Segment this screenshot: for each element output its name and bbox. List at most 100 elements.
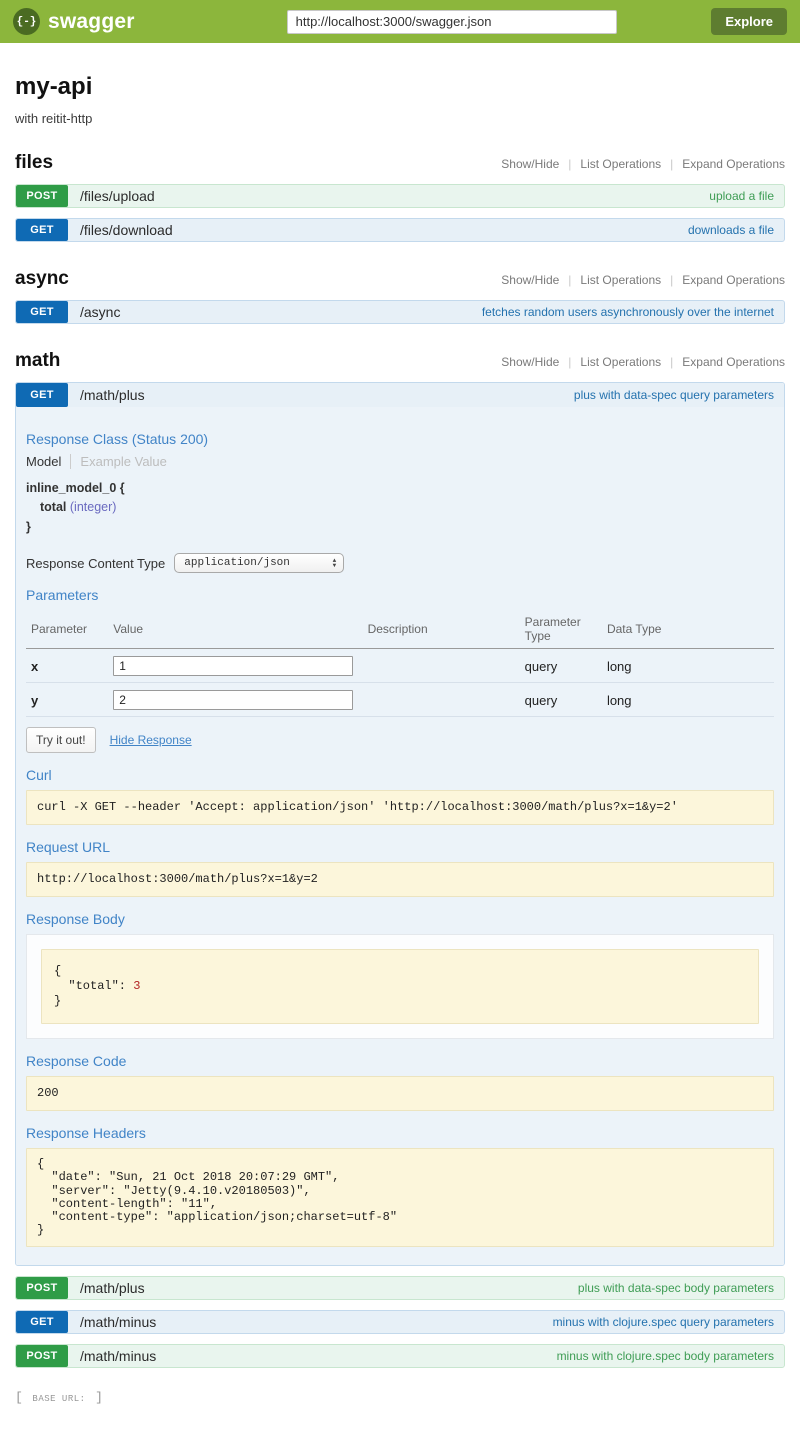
select-arrows-icon: ▲ ▼ xyxy=(333,558,337,568)
swagger-logo[interactable]: {-} swagger xyxy=(13,8,135,35)
hide-response-link[interactable]: Hide Response xyxy=(110,733,192,747)
parameters-table: Parameter Value Description Parameter Ty… xyxy=(26,610,774,717)
endpoint-summary[interactable]: downloads a file xyxy=(688,223,774,237)
options-separator: | xyxy=(568,157,571,171)
parameter-type: query xyxy=(520,649,602,683)
show-hide-link[interactable]: Show/Hide xyxy=(501,157,559,171)
endpoint-row-get-math-minus[interactable]: GET /math/minus minus with clojure.spec … xyxy=(15,1310,785,1334)
endpoint-path[interactable]: /math/plus xyxy=(80,387,145,403)
endpoint-row-get-async[interactable]: GET /async fetches random users asynchro… xyxy=(15,300,785,324)
parameters-heading: Parameters xyxy=(26,587,774,603)
resource-section-math: math Show/Hide | List Operations | Expan… xyxy=(15,350,785,1368)
parameter-x-input[interactable] xyxy=(113,656,353,676)
resource-section-files: files Show/Hide | List Operations | Expa… xyxy=(15,152,785,242)
response-headers-box: { "date": "Sun, 21 Oct 2018 20:07:29 GMT… xyxy=(26,1148,774,1247)
request-url-box: http://localhost:3000/math/plus?x=1&y=2 xyxy=(26,862,774,897)
column-header-parameter-type: Parameter Type xyxy=(520,610,602,649)
endpoint-path[interactable]: /math/minus xyxy=(80,1314,156,1330)
operation-content: Response Class (Status 200) Model Exampl… xyxy=(16,407,784,1265)
resource-section-async: async Show/Hide | List Operations | Expa… xyxy=(15,268,785,324)
response-content-type-select[interactable]: application/json ▲ ▼ xyxy=(174,553,344,573)
response-body-container: { "total": 3} xyxy=(26,934,774,1039)
list-operations-link[interactable]: List Operations xyxy=(580,157,661,171)
method-badge-post: POST xyxy=(16,1345,68,1367)
model-tabs: Model Example Value xyxy=(26,454,774,469)
endpoint-summary[interactable]: plus with data-spec body parameters xyxy=(578,1281,774,1295)
response-body-box: { "total": 3} xyxy=(41,949,759,1024)
column-header-description: Description xyxy=(363,610,520,649)
json-total-line: "total": 3 xyxy=(54,979,746,994)
method-badge-post: POST xyxy=(16,1277,68,1299)
column-header-value: Value xyxy=(108,610,362,649)
json-key: "total": xyxy=(54,979,133,993)
property-type: (integer) xyxy=(70,500,117,514)
parameter-name: y xyxy=(26,683,108,717)
parameter-data-type: long xyxy=(602,649,774,683)
response-headers-heading: Response Headers xyxy=(26,1125,774,1141)
base-url-footer: [ BASE URL: ] xyxy=(15,1388,785,1406)
response-class-heading: Response Class (Status 200) xyxy=(26,431,774,447)
expanded-operation-get-math-plus: GET /math/plus plus with data-spec query… xyxy=(15,382,785,1266)
endpoint-path[interactable]: /async xyxy=(80,304,120,320)
options-separator: | xyxy=(568,355,571,369)
swagger-logo-icon: {-} xyxy=(13,8,40,35)
footer-bracket-close: ] xyxy=(95,1390,103,1405)
api-title: my-api xyxy=(15,73,785,101)
endpoint-path[interactable]: /files/upload xyxy=(80,188,155,204)
tab-example-value[interactable]: Example Value xyxy=(71,454,166,469)
selected-content-type: application/json xyxy=(184,557,290,569)
try-it-out-button[interactable]: Try it out! xyxy=(26,727,96,753)
endpoint-summary[interactable]: plus with data-spec query parameters xyxy=(574,388,774,402)
column-header-parameter: Parameter xyxy=(26,610,108,649)
endpoint-row-post-files-upload[interactable]: POST /files/upload upload a file xyxy=(15,184,785,208)
endpoint-row-get-math-plus[interactable]: GET /math/plus plus with data-spec query… xyxy=(16,383,784,407)
parameter-type: query xyxy=(520,683,602,717)
resource-name-math: math xyxy=(15,350,60,372)
expand-operations-link[interactable]: Expand Operations xyxy=(682,355,785,369)
list-operations-link[interactable]: List Operations xyxy=(580,273,661,287)
swagger-logo-text: swagger xyxy=(48,10,135,34)
endpoint-path[interactable]: /math/plus xyxy=(80,1280,145,1296)
model-property: total (integer) xyxy=(26,498,774,517)
show-hide-link[interactable]: Show/Hide xyxy=(501,355,559,369)
show-hide-link[interactable]: Show/Hide xyxy=(501,273,559,287)
method-badge-get: GET xyxy=(16,219,68,241)
endpoint-path[interactable]: /math/minus xyxy=(80,1348,156,1364)
resource-options: Show/Hide | List Operations | Expand Ope… xyxy=(501,355,785,369)
endpoint-summary[interactable]: minus with clojure.spec body parameters xyxy=(557,1349,774,1363)
tab-model[interactable]: Model xyxy=(26,454,71,469)
resource-options: Show/Hide | List Operations | Expand Ope… xyxy=(501,157,785,171)
curl-heading: Curl xyxy=(26,767,774,783)
response-body-heading: Response Body xyxy=(26,911,774,927)
method-badge-get: GET xyxy=(16,301,68,323)
spec-url-input[interactable] xyxy=(287,10,617,34)
list-operations-link[interactable]: List Operations xyxy=(580,355,661,369)
endpoint-summary[interactable]: upload a file xyxy=(709,189,774,203)
response-content-type-row: Response Content Type application/json ▲… xyxy=(26,553,774,573)
endpoint-row-post-math-minus[interactable]: POST /math/minus minus with clojure.spec… xyxy=(15,1344,785,1368)
method-badge-get: GET xyxy=(16,383,68,407)
expand-operations-link[interactable]: Expand Operations xyxy=(682,273,785,287)
options-separator: | xyxy=(670,273,673,287)
endpoint-summary[interactable]: fetches random users asynchronously over… xyxy=(482,305,774,319)
method-badge-post: POST xyxy=(16,185,68,207)
column-header-data-type: Data Type xyxy=(602,610,774,649)
response-content-type-label: Response Content Type xyxy=(26,556,165,571)
expand-operations-link[interactable]: Expand Operations xyxy=(682,157,785,171)
method-badge-get: GET xyxy=(16,1311,68,1333)
header-line: "content-type": "application/json;charse… xyxy=(37,1211,763,1224)
endpoint-row-post-math-plus[interactable]: POST /math/plus plus with data-spec body… xyxy=(15,1276,785,1300)
endpoint-summary[interactable]: minus with clojure.spec query parameters xyxy=(553,1315,774,1329)
header-line: "server": "Jetty(9.4.10.v20180503)", xyxy=(37,1185,763,1198)
header-line: } xyxy=(37,1224,763,1237)
options-separator: | xyxy=(568,273,571,287)
model-signature: inline_model_0 { total (integer) } xyxy=(26,479,774,537)
request-url-heading: Request URL xyxy=(26,839,774,855)
endpoint-path[interactable]: /files/download xyxy=(80,222,173,238)
parameter-y-input[interactable] xyxy=(113,690,353,710)
explore-button[interactable]: Explore xyxy=(711,8,787,35)
try-it-out-row: Try it out! Hide Response xyxy=(26,727,774,753)
json-close-brace: } xyxy=(54,994,746,1009)
endpoint-row-get-files-download[interactable]: GET /files/download downloads a file xyxy=(15,218,785,242)
header-line: "content-length": "11", xyxy=(37,1198,763,1211)
